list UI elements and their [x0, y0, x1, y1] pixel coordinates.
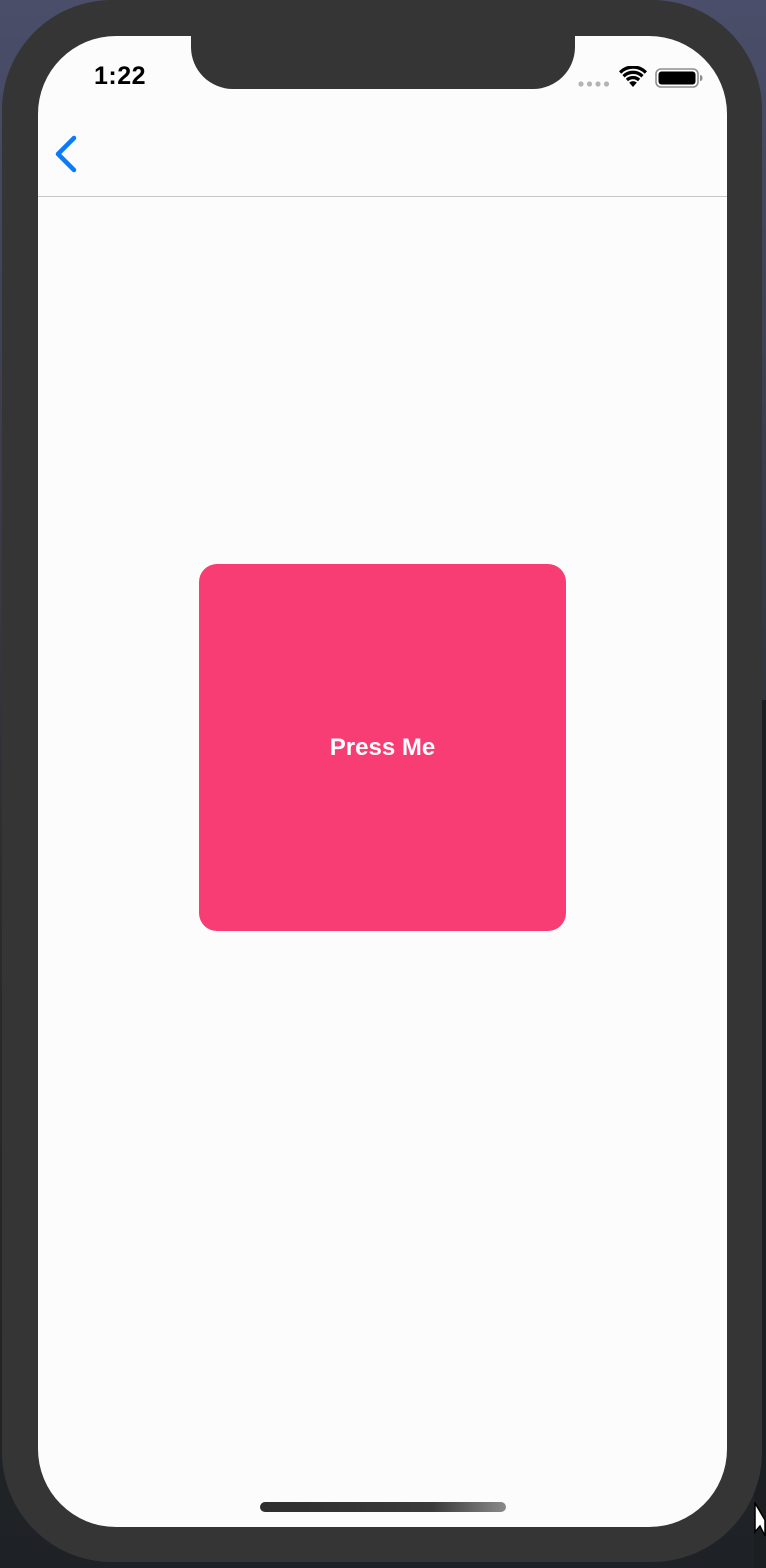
- press-me-label: Press Me: [329, 733, 436, 761]
- status-time: 1:22: [94, 62, 147, 90]
- phone-screen: 1:22 Press Me: [38, 36, 727, 1527]
- home-indicator[interactable]: [260, 1502, 506, 1512]
- battery-icon: [655, 68, 703, 88]
- navigation-bar: [38, 96, 727, 197]
- wifi-icon: [619, 66, 647, 87]
- mouse-cursor-icon: [754, 1502, 766, 1537]
- device-notch: [191, 36, 575, 89]
- iphone-simulator-frame: 1:22 Press Me: [2, 0, 762, 1562]
- cellular-signal-icon: [578, 81, 610, 87]
- chevron-left-icon[interactable]: [50, 132, 86, 176]
- press-me-button[interactable]: Press Me: [199, 564, 566, 931]
